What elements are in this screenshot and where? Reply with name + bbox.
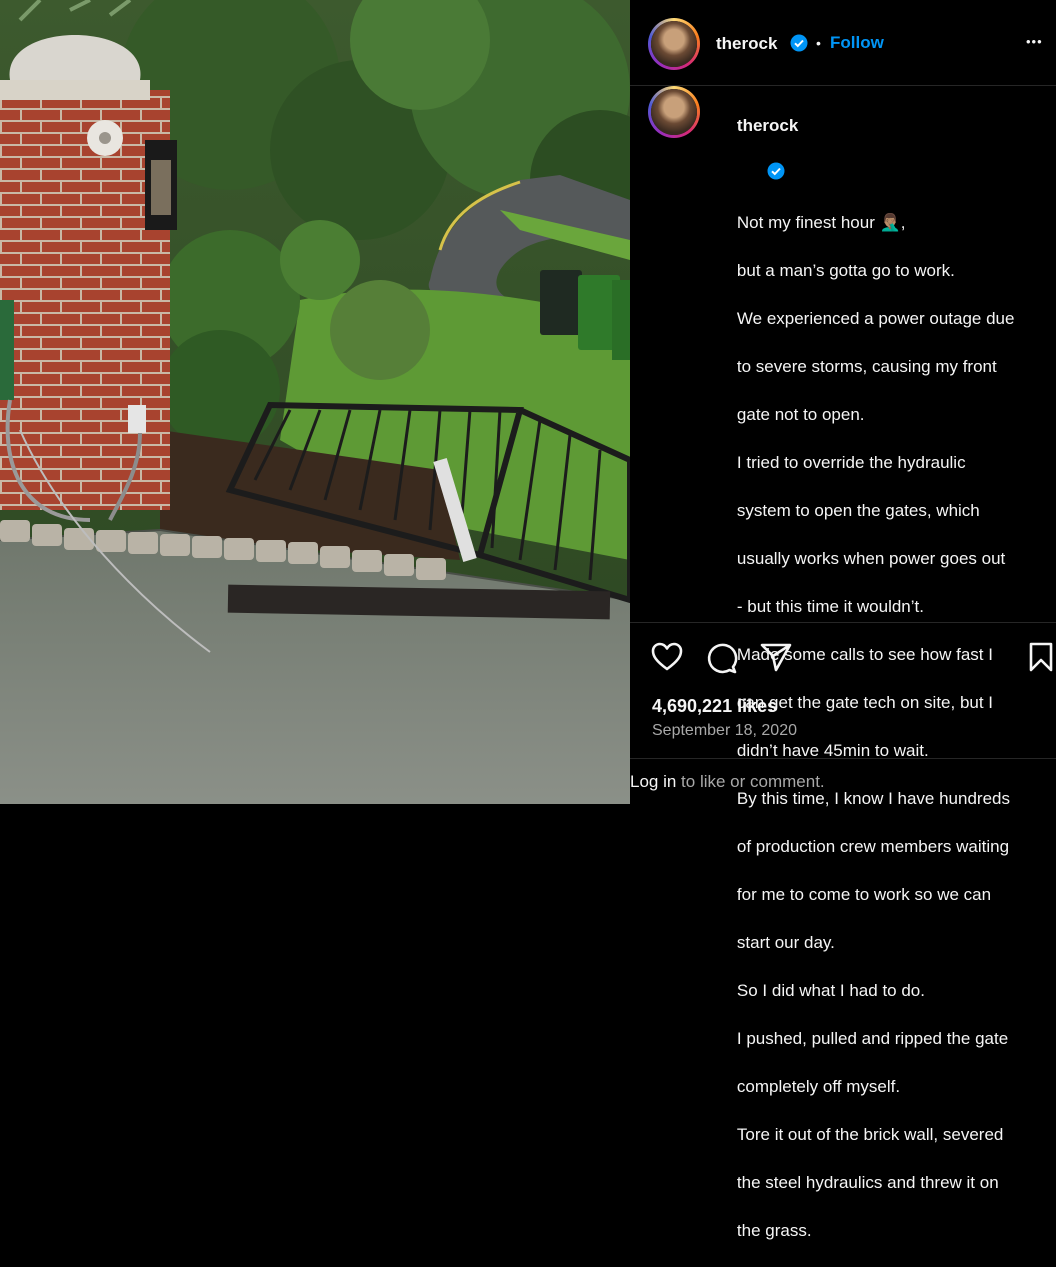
- caption-line: - but this time it wouldn’t.: [736, 597, 924, 616]
- more-options-icon[interactable]: •••: [1026, 34, 1043, 49]
- caption-line: of production crew members waiting: [736, 837, 1010, 856]
- caption-line: system to open the gates, which: [736, 501, 980, 520]
- caption-username[interactable]: therock: [737, 116, 798, 135]
- caption-line: for me to come to work so we can: [736, 885, 992, 904]
- caption-line: completely off myself.: [736, 1077, 901, 1096]
- login-link[interactable]: Log in: [630, 772, 676, 791]
- caption-avatar[interactable]: [648, 86, 700, 138]
- share-icon[interactable]: [759, 641, 793, 678]
- photo-gate-scene: [0, 0, 630, 804]
- caption-line: I pushed, pulled and ripped the gate: [736, 1029, 1009, 1048]
- caption-line: We experienced a power outage due: [736, 309, 1015, 328]
- login-prompt-text: to like or comment.: [676, 772, 825, 791]
- header-separator: •: [816, 35, 821, 51]
- post-photo[interactable]: [0, 0, 630, 804]
- verified-badge-icon: [739, 138, 785, 211]
- author-username[interactable]: therock: [716, 34, 777, 54]
- caption-line: I tried to override the hydraulic: [736, 453, 966, 472]
- author-avatar[interactable]: [648, 18, 700, 70]
- post-side-panel: therock • Follow ••• therock Not my fine…: [630, 0, 1056, 1240]
- caption-line: So I did what I had to do.: [736, 981, 925, 1000]
- follow-button[interactable]: Follow: [830, 33, 884, 53]
- verified-badge-icon: [790, 34, 808, 57]
- caption-line: the steel hydraulics and threw it on: [736, 1173, 999, 1192]
- post-caption: therock Not my finest hour 🤦🏽‍♂️, but a …: [718, 90, 1038, 1267]
- heart-icon[interactable]: [650, 641, 684, 678]
- caption-line: to severe storms, causing my front: [736, 357, 997, 376]
- footer-divider: [630, 758, 1056, 759]
- caption-line: but a man’s gotta go to work.: [736, 261, 955, 280]
- header-divider: [630, 85, 1056, 86]
- caption-line: start our day.: [736, 933, 835, 952]
- post-date[interactable]: September 18, 2020: [652, 722, 797, 740]
- caption-line: Tore it out of the brick wall, severed: [736, 1125, 1004, 1144]
- caption-line: gate not to open.: [736, 405, 865, 424]
- bookmark-icon[interactable]: [1028, 641, 1054, 678]
- caption-line: the grass.: [736, 1221, 812, 1240]
- caption-line: Not my finest hour 🤦🏽‍♂️,: [736, 213, 906, 232]
- actions-divider: [630, 622, 1056, 623]
- login-prompt: Log in to like or comment.: [630, 772, 825, 792]
- comment-icon[interactable]: [704, 641, 738, 680]
- caption-line: usually works when power goes out: [736, 549, 1006, 568]
- likes-count[interactable]: 4,690,221 likes: [652, 696, 777, 717]
